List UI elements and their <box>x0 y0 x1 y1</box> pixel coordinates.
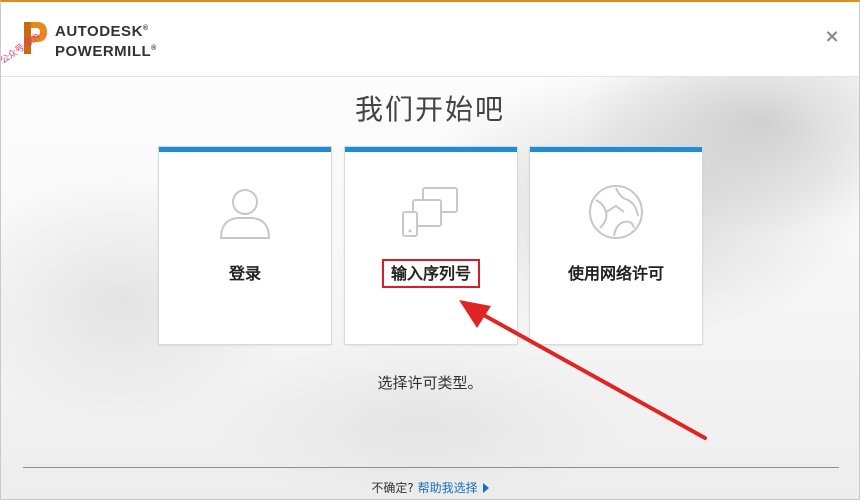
devices-icon <box>402 187 458 237</box>
license-dialog: AUTODESK® POWERMILL® 公众号·软件小助 × 我们开始吧 登录… <box>0 0 860 500</box>
page-title: 我们开始吧 <box>354 93 505 126</box>
dialog-header: AUTODESK® POWERMILL® 公众号·软件小助 × <box>1 2 859 77</box>
close-button[interactable]: × <box>823 28 841 46</box>
license-type-hint: 选择许可类型。 <box>377 374 483 392</box>
watermark: 公众号·软件小助 <box>1 34 59 66</box>
help-me-choose-link[interactable]: 帮助我选择 <box>418 481 489 495</box>
option-card-sign-in[interactable]: 登录 <box>159 147 331 344</box>
option-label: 使用网络许可 <box>567 264 664 283</box>
globe-icon <box>589 185 643 239</box>
option-label: 输入序列号 <box>345 259 517 288</box>
option-card-serial-number[interactable]: 输入序列号 <box>345 147 517 344</box>
play-arrow-icon <box>482 483 489 493</box>
footer-question: 不确定? <box>371 481 414 495</box>
footer-divider <box>23 467 839 468</box>
option-card-network-license[interactable]: 使用网络许可 <box>530 147 702 344</box>
svg-text:公众号·软件小助: 公众号·软件小助 <box>1 34 59 66</box>
option-label: 登录 <box>228 264 261 283</box>
user-icon <box>219 189 271 239</box>
footer: 不确定? 帮助我选择 <box>1 479 859 496</box>
serial-highlight-box: 输入序列号 <box>381 259 480 288</box>
